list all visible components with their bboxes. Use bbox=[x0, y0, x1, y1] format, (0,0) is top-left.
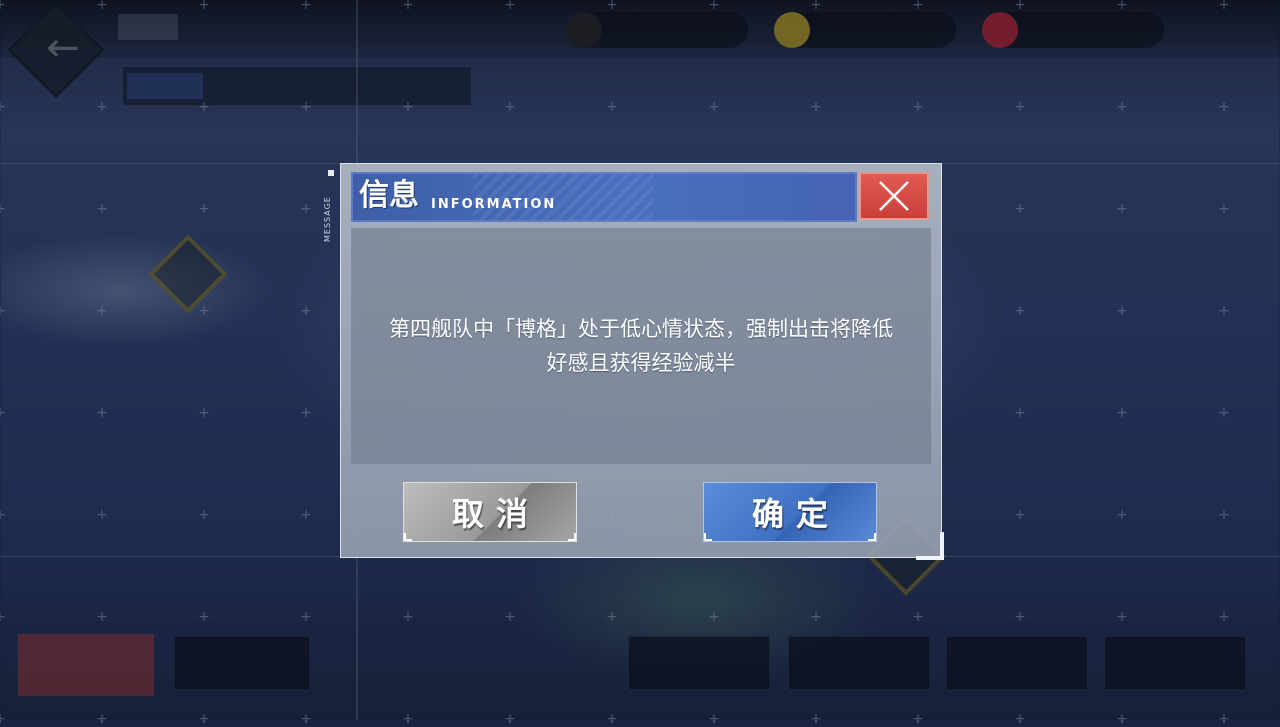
close-button[interactable] bbox=[859, 172, 929, 220]
cancel-button[interactable]: 取消 bbox=[403, 482, 577, 542]
info-dialog: MESSAGE 信息 INFORMATION 第四舰队中「博格」处于低心情状态，… bbox=[323, 163, 944, 560]
cancel-label: 取消 bbox=[451, 495, 540, 533]
dialog-header: 信息 INFORMATION bbox=[351, 172, 857, 222]
dialog-content: 第四舰队中「博格」处于低心情状态，强制出击将降低 好感且获得经验减半 bbox=[351, 228, 931, 464]
dialog-corner bbox=[916, 532, 944, 560]
close-icon bbox=[879, 181, 909, 211]
message-line-1: 第四舰队中「博格」处于低心情状态，强制出击将降低 bbox=[389, 317, 893, 341]
confirm-button[interactable]: 确定 bbox=[703, 482, 877, 542]
side-label: MESSAGE bbox=[323, 196, 332, 242]
dialog-message: 第四舰队中「博格」处于低心情状态，强制出击将降低 好感且获得经验减半 bbox=[351, 312, 931, 380]
dialog-title-sub: INFORMATION bbox=[431, 197, 557, 212]
dialog-title: 信息 bbox=[359, 178, 419, 213]
confirm-label: 确定 bbox=[751, 495, 840, 533]
message-line-2: 好感且获得经验减半 bbox=[546, 351, 736, 375]
